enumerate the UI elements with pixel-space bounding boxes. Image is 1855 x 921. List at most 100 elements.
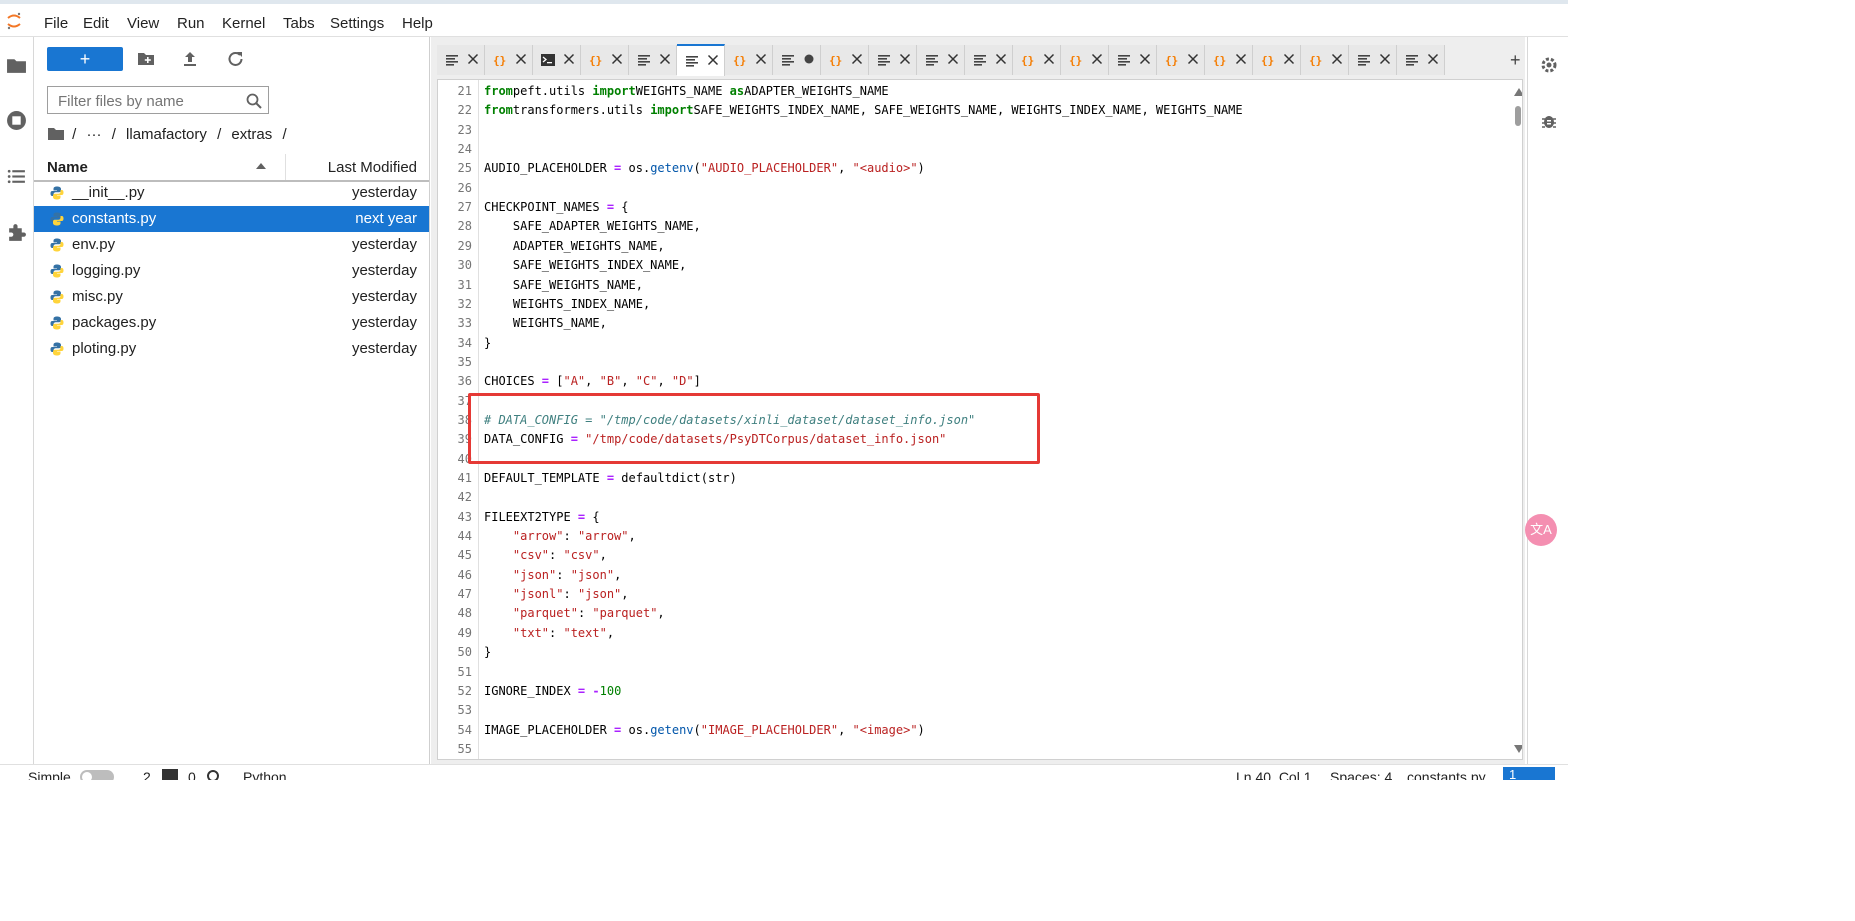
code-line: "jsonl": "json", — [484, 587, 629, 601]
file-row[interactable]: constants.py next year — [34, 206, 429, 232]
code-token: , — [621, 587, 629, 602]
close-icon[interactable] — [1427, 52, 1439, 66]
new-tab-button[interactable]: + — [1510, 50, 1521, 71]
editor-tab[interactable] — [917, 45, 965, 75]
menu-kernel[interactable]: Kernel — [222, 15, 265, 32]
home-folder-icon[interactable] — [48, 127, 64, 140]
refresh-icon[interactable] — [226, 50, 244, 68]
editor-tab[interactable]: {} — [1157, 45, 1205, 75]
editor-tab[interactable] — [677, 44, 725, 76]
editor-tab[interactable]: {} — [1013, 45, 1061, 75]
editor-tab[interactable]: {} — [485, 45, 533, 75]
editor-tab[interactable] — [869, 45, 917, 75]
editor-tab[interactable] — [533, 45, 581, 75]
editor-tab[interactable] — [1109, 45, 1157, 75]
menu-view[interactable]: View — [127, 15, 159, 32]
table-of-contents-icon[interactable] — [6, 166, 27, 187]
code-token: ) — [917, 722, 925, 737]
unsaved-dot-icon[interactable] — [803, 52, 815, 66]
close-icon[interactable] — [851, 52, 863, 66]
property-inspector-gear-icon[interactable] — [1539, 55, 1559, 75]
close-icon[interactable] — [563, 52, 575, 66]
editor-tab[interactable]: {} — [1205, 45, 1253, 75]
close-icon[interactable] — [467, 52, 479, 66]
code-token: ( — [693, 161, 701, 176]
line-number: 42 — [457, 490, 472, 505]
breadcrumb-ellipsis[interactable]: ··· — [87, 126, 102, 143]
close-icon[interactable] — [1331, 52, 1343, 66]
close-icon[interactable] — [1283, 52, 1295, 66]
scroll-down-icon[interactable] — [1514, 745, 1522, 753]
code-token: { — [614, 200, 629, 215]
editor-tab[interactable]: {} — [581, 45, 629, 75]
file-row[interactable]: misc.py yesterday — [34, 284, 429, 310]
simple-mode-toggle[interactable] — [80, 770, 114, 780]
editor-tab[interactable]: {} — [821, 45, 869, 75]
upload-icon[interactable] — [181, 50, 199, 68]
close-icon[interactable] — [755, 52, 767, 66]
column-divider[interactable] — [285, 154, 286, 180]
indentation-setting[interactable]: Spaces: 4 — [1330, 769, 1392, 780]
cursor-position[interactable]: Ln 40, Col 1 — [1236, 769, 1312, 780]
editor-tab[interactable]: {} — [1253, 45, 1301, 75]
close-icon[interactable] — [659, 52, 671, 66]
column-name-header[interactable]: Name — [47, 159, 88, 176]
jupyter-logo-icon — [7, 12, 21, 30]
close-icon[interactable] — [1043, 52, 1055, 66]
menu-run[interactable]: Run — [177, 15, 205, 32]
close-icon[interactable] — [1379, 52, 1391, 66]
editor-tab[interactable]: {} — [725, 45, 773, 75]
filter-files-input[interactable] — [56, 91, 240, 111]
code-line: "arrow": "arrow", — [484, 529, 636, 543]
editor-tab[interactable] — [773, 45, 821, 75]
close-icon[interactable] — [947, 52, 959, 66]
file-row[interactable]: env.py yesterday — [34, 232, 429, 258]
close-icon[interactable] — [707, 53, 719, 67]
file-row[interactable]: packages.py yesterday — [34, 310, 429, 336]
close-icon[interactable] — [515, 52, 527, 66]
editor-tab[interactable] — [1349, 45, 1397, 75]
running-kernels-icon[interactable] — [6, 110, 27, 131]
editor-tab[interactable] — [1397, 45, 1445, 75]
vertical-scrollbar[interactable] — [1513, 88, 1522, 753]
kernel-count[interactable]: 2 — [143, 769, 151, 780]
editor-tab[interactable] — [437, 45, 485, 75]
file-row[interactable]: __init__.py yesterday — [34, 180, 429, 206]
scroll-up-icon[interactable] — [1514, 88, 1522, 96]
menu-tabs[interactable]: Tabs — [283, 15, 315, 32]
extension-puzzle-icon[interactable] — [6, 222, 27, 243]
folder-icon[interactable] — [6, 55, 27, 76]
editor-tab[interactable] — [965, 45, 1013, 75]
menu-edit[interactable]: Edit — [83, 15, 109, 32]
menu-settings[interactable]: Settings — [330, 15, 384, 32]
kernel-name[interactable]: Python — [243, 769, 287, 780]
translate-icon[interactable]: 文A — [1525, 514, 1557, 546]
column-modified-header[interactable]: Last Modified — [328, 159, 417, 176]
close-icon[interactable] — [899, 52, 911, 66]
scroll-thumb[interactable] — [1515, 106, 1521, 126]
terminal-count[interactable]: 0 — [188, 769, 196, 780]
svg-text:{}: {} — [1069, 54, 1082, 67]
file-row[interactable]: ploting.py yesterday — [34, 336, 429, 362]
close-icon[interactable] — [1091, 52, 1103, 66]
notification-badge[interactable]: 1 — [1503, 767, 1555, 780]
editor-tab[interactable]: {} — [1301, 45, 1349, 75]
debugger-bug-icon[interactable] — [1539, 111, 1559, 131]
close-icon[interactable] — [611, 52, 623, 66]
close-icon[interactable] — [1187, 52, 1199, 66]
new-folder-icon[interactable] — [137, 50, 155, 68]
line-number: 52 — [457, 683, 472, 698]
close-icon[interactable] — [1235, 52, 1247, 66]
editor-tab[interactable] — [629, 45, 677, 75]
file-row[interactable]: logging.py yesterday — [34, 258, 429, 284]
close-icon[interactable] — [1139, 52, 1151, 66]
menu-help[interactable]: Help — [402, 15, 433, 32]
breadcrumb-extras[interactable]: extras — [231, 126, 272, 143]
editor-tab[interactable]: {} — [1061, 45, 1109, 75]
python-file-icon — [50, 212, 64, 226]
close-icon[interactable] — [995, 52, 1007, 66]
breadcrumb-llamafactory[interactable]: llamafactory — [126, 126, 207, 143]
line-number: 22 — [457, 103, 472, 118]
menu-file[interactable]: File — [44, 15, 68, 32]
new-launcher-button[interactable]: + — [47, 47, 123, 71]
